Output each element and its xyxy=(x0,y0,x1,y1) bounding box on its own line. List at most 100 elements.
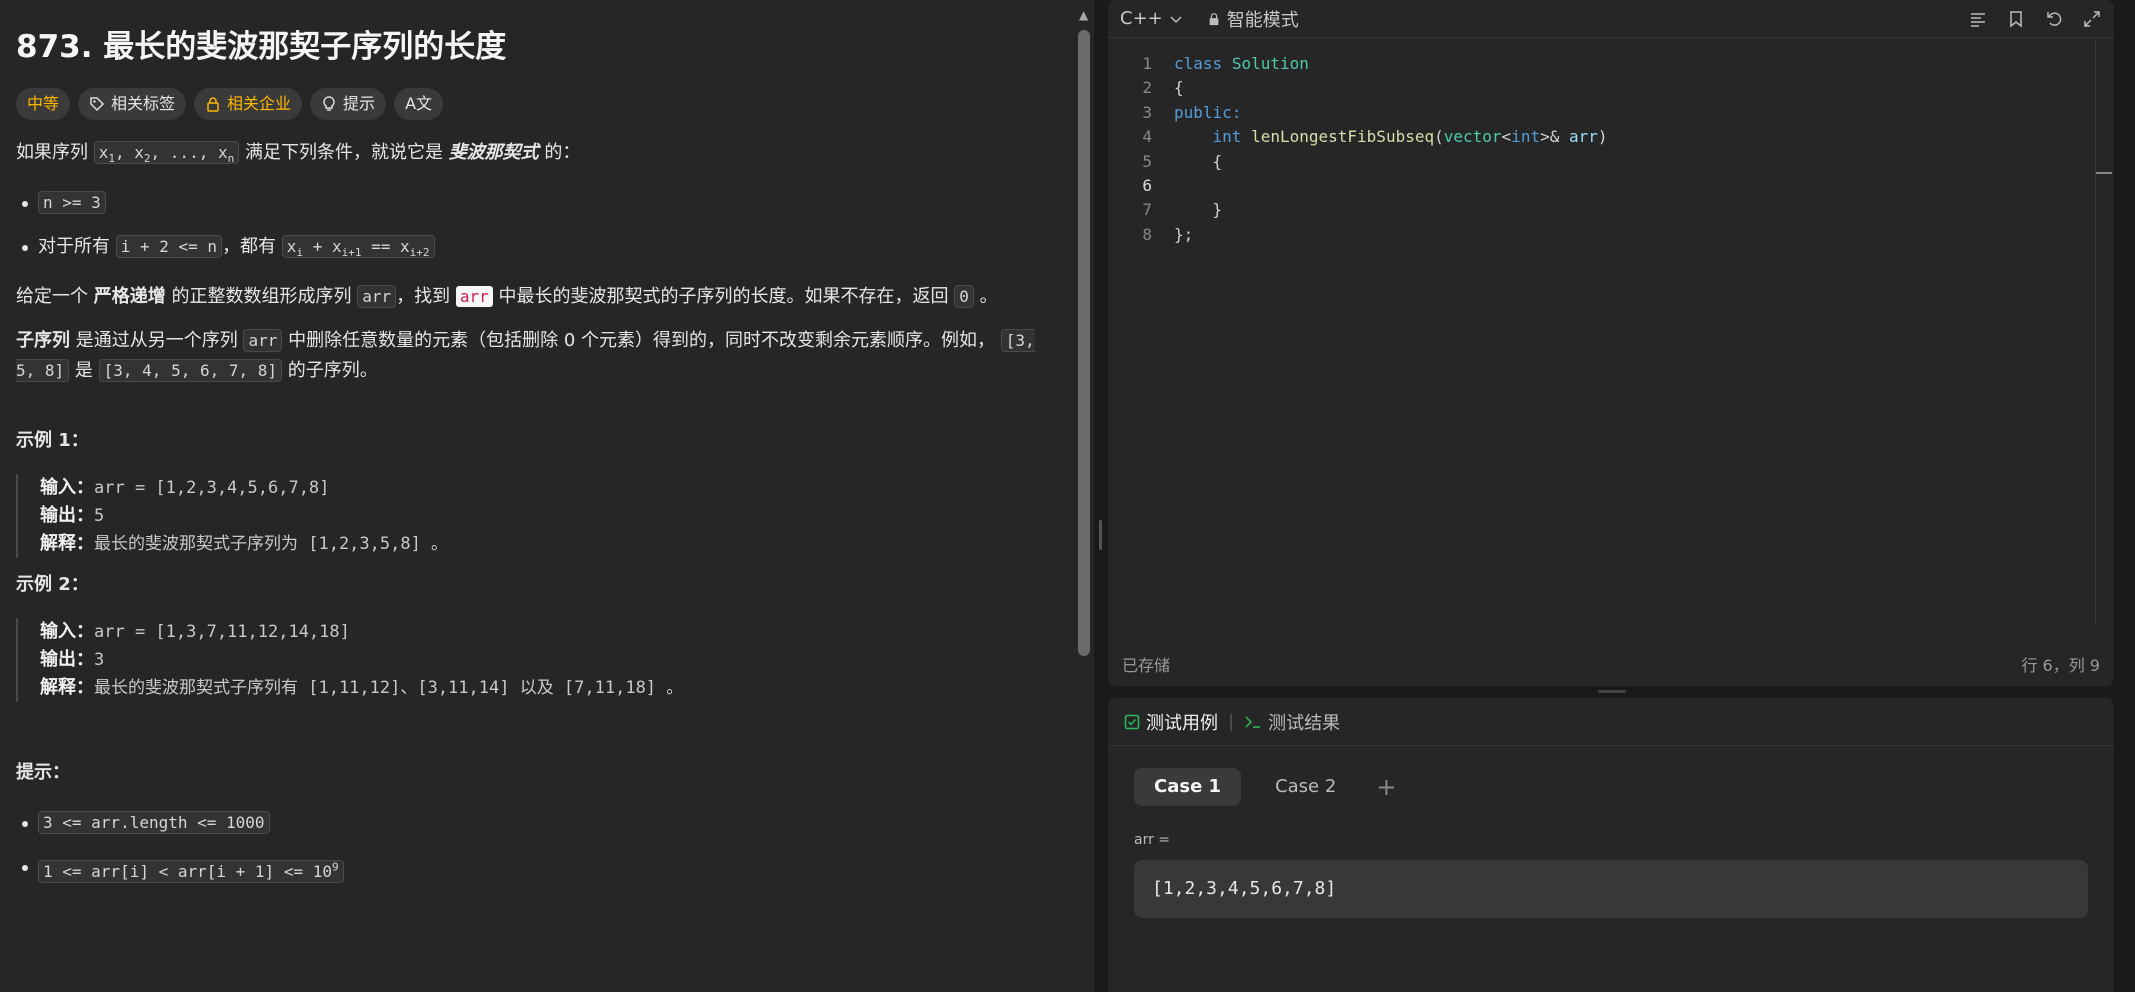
constraint-item: 1 <= arr[i] < arr[i + 1] <= 109 xyxy=(16,852,1056,886)
line-number: 3 xyxy=(1142,102,1152,122)
text: 中删除任意数量的元素（包括删除 0 个元素）得到的，同时不改变剩余元素顺序。例如… xyxy=(288,330,996,352)
condition-code: n >= 3 xyxy=(38,191,106,215)
line-number: 7 xyxy=(1142,200,1152,220)
scroll-up-icon[interactable]: ▲ xyxy=(1079,8,1088,22)
checkbox-icon xyxy=(1124,714,1140,729)
case-tabs: Case 1 Case 2 + xyxy=(1134,768,1396,806)
intro-prefix: 如果序列 xyxy=(16,142,88,163)
subsequence-paragraph: 子序列 是通过从另一个序列 arr 中删除任意数量的元素（包括删除 0 个元素）… xyxy=(16,326,1056,386)
output-key: 输出： xyxy=(40,505,94,527)
description-scrollbar[interactable]: ▲ xyxy=(1076,0,1094,992)
terminal-icon xyxy=(1245,715,1261,728)
line-number: 2 xyxy=(1142,78,1152,98)
lightbulb-icon xyxy=(323,96,335,111)
tab-testcases-label: 测试用例 xyxy=(1146,712,1218,734)
testcase-panel: 测试用例 | 测试结果 Case 1 Case 2 + arr = [1,2,3… xyxy=(1108,698,2114,992)
param-label: arr = xyxy=(1134,832,1171,848)
condition-item: n >= 3 xyxy=(16,188,1056,218)
case-1-tab[interactable]: Case 1 xyxy=(1134,768,1242,806)
strict-increasing-strong: 严格递增 xyxy=(93,286,166,308)
text: ，找到 xyxy=(396,286,451,308)
leetcode-workspace: 873. 最长的斐波那契子序列的长度 中等 相关标签 相关企业 提示 A文 如果… xyxy=(0,0,2135,992)
chevron-down-icon xyxy=(1170,15,1182,23)
explain-key: 解释： xyxy=(40,533,94,555)
bookmark-icon[interactable] xyxy=(2006,9,2026,29)
example1-block: 输入：arr = [1,2,3,4,5,6,7,8] 输出：5 解释：最长的斐波… xyxy=(16,474,1056,559)
related-tags-label: 相关标签 xyxy=(111,94,176,113)
input-value: arr = [1,2,3,4,5,6,7,8] xyxy=(94,478,330,499)
constraint-code: 3 <= arr.length <= 1000 xyxy=(38,811,270,835)
tab-results[interactable]: 测试结果 xyxy=(1244,709,1340,735)
reset-icon[interactable] xyxy=(2044,9,2064,29)
zero-code: 0 xyxy=(954,285,974,309)
problem-title: 873. 最长的斐波那契子序列的长度 xyxy=(16,29,507,65)
related-tags-button[interactable]: 相关标签 xyxy=(78,88,187,120)
input-key: 输入： xyxy=(40,621,94,643)
hint-button[interactable]: 提示 xyxy=(310,88,387,120)
text: 的正整数数组形成序列 xyxy=(171,286,352,308)
resize-grip[interactable] xyxy=(1099,520,1102,550)
text: 中最长的斐波那契式的子序列的长度。如果不存在，返回 xyxy=(498,286,949,308)
panel-resize-handle[interactable] xyxy=(1094,0,1108,992)
code-line: 4 int lenLongestFibSubseq(vector<int>& a… xyxy=(1108,125,2088,149)
output-value: 5 xyxy=(94,506,105,527)
text: 是通过从另一个序列 xyxy=(75,330,238,352)
editor-scrollbar[interactable] xyxy=(2095,40,2112,626)
constraint-item: 3 <= arr.length <= 1000 xyxy=(16,808,1056,838)
line-number: 6 xyxy=(1142,176,1152,196)
condition-text: 对于所有 xyxy=(38,236,110,258)
text: 。 xyxy=(979,286,998,308)
code-line: 5 { xyxy=(1108,150,2088,174)
cursor-marker xyxy=(2096,172,2112,174)
subsequence-strong: 子序列 xyxy=(16,330,70,352)
lock-icon xyxy=(1209,12,1219,25)
intro-suffix: 满足下列条件，就说它是 xyxy=(244,142,443,163)
code-text: { xyxy=(1174,78,1184,98)
code-line: 3 public: xyxy=(1108,101,2088,125)
line-number: 8 xyxy=(1142,224,1152,244)
vertical-resize-handle[interactable] xyxy=(1598,690,1626,693)
tab-testcases[interactable]: 测试用例 xyxy=(1124,709,1218,735)
language-selector[interactable]: C++ xyxy=(1120,8,1183,29)
example-sequence-code: [3, 4, 5, 6, 7, 8] xyxy=(98,359,283,383)
explain-value: 最长的斐波那契式子序列为 [1,2,3,5,8] 。 xyxy=(94,534,449,555)
language-label: C++ xyxy=(1120,8,1163,29)
text: 的子序列。 xyxy=(287,360,378,382)
param-input[interactable]: [1,2,3,4,5,6,7,8] xyxy=(1134,860,2088,918)
tab-separator: | xyxy=(1228,711,1235,732)
editor-toolbar: C++ 智能模式 xyxy=(1108,0,2114,38)
code-text: int lenLongestFibSubseq(vector<int>& arr… xyxy=(1212,127,1608,147)
example2-block: 输入：arr = [1,3,7,11,12,14,18] 输出：3 解释：最长的… xyxy=(16,618,1056,703)
translate-button[interactable]: A文 xyxy=(394,88,444,120)
exponent: 9 xyxy=(331,860,339,874)
code-text: { xyxy=(1174,151,1223,171)
scrollbar-thumb[interactable] xyxy=(1078,30,1090,656)
related-companies-button[interactable]: 相关企业 xyxy=(194,88,303,120)
mode-label: 智能模式 xyxy=(1226,9,1299,31)
code-text: public: xyxy=(1174,102,1242,122)
recurrence-code: xi + xi+1 == xi+2 xyxy=(281,235,435,259)
code-area[interactable]: 1 class Solution 2{ 3 public: 4 int lenLon… xyxy=(1108,52,2088,247)
fullscreen-icon[interactable] xyxy=(2082,9,2102,29)
intro-emphasis: 斐波那契式 xyxy=(448,142,539,163)
code-line: 6 xyxy=(1108,174,2088,198)
line-number: 4 xyxy=(1142,127,1152,147)
add-case-icon[interactable]: + xyxy=(1376,773,1396,801)
format-icon[interactable] xyxy=(1968,9,1988,29)
example2-title: 示例 2： xyxy=(16,574,89,596)
intro-paragraph: 如果序列 x1, x2, ..., xn 满足下列条件，就说它是 斐波那契式 的… xyxy=(16,138,1056,174)
tag-icon xyxy=(90,97,105,112)
constraint-code: 1 <= arr[i] < arr[i + 1] <= 109 xyxy=(38,859,344,883)
conditions-list: n >= 3 对于所有 i + 2 <= n ，都有 xi + xi+1 == x… xyxy=(16,188,1056,268)
difficulty-badge: 中等 xyxy=(16,88,71,120)
code-line: 2{ xyxy=(1108,76,2088,100)
condition-code: i + 2 <= n xyxy=(115,235,223,259)
smart-mode-toggle[interactable]: 智能模式 xyxy=(1207,6,1299,32)
editor-tools xyxy=(1968,9,2102,29)
arr-code-highlighted: arr xyxy=(455,286,493,308)
case-2-tab[interactable]: Case 2 xyxy=(1255,768,1356,806)
tab-results-label: 测试结果 xyxy=(1268,712,1341,734)
cursor-position: 行 6，列 9 xyxy=(2021,656,2100,675)
code-line: 8}; xyxy=(1108,223,2088,247)
